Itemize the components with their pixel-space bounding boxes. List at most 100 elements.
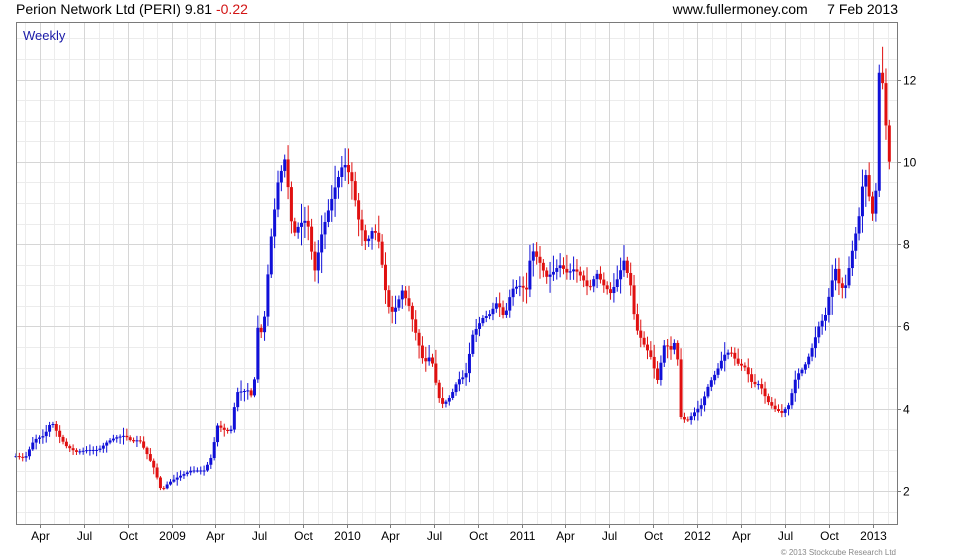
x-tick-label: Oct [294, 529, 313, 543]
candle-body [249, 390, 253, 396]
candle-body [316, 252, 320, 271]
candle-body [504, 310, 508, 315]
candle-body [484, 316, 488, 318]
candle-body [390, 306, 394, 312]
candle-body [326, 210, 330, 222]
candle-body [108, 440, 112, 443]
candle-body [279, 170, 283, 183]
candle-body [713, 374, 717, 381]
candle-body [659, 362, 663, 380]
candle-body [887, 125, 891, 162]
candle-body [622, 260, 626, 271]
candle-body [424, 358, 428, 362]
candle-body [387, 290, 391, 307]
candle-body [417, 332, 421, 346]
candle-body [642, 337, 646, 345]
candle-body [572, 269, 576, 272]
candle-body [383, 264, 387, 291]
candle-body [451, 392, 455, 398]
candle-body [306, 220, 310, 227]
candle-body [461, 377, 465, 380]
candle-body [588, 286, 592, 288]
y-tick-label: 10 [903, 156, 917, 170]
candle-body [672, 342, 676, 350]
candle-body [810, 348, 814, 357]
copyright-notice: © 2013 Stockcube Research Ltd [780, 548, 896, 557]
candle-body [394, 307, 398, 312]
candle-body [689, 416, 693, 421]
candle-body [649, 350, 653, 357]
candle-body [625, 260, 629, 273]
candle-body [195, 470, 199, 472]
candle-body [400, 290, 404, 300]
candle-body [202, 470, 206, 472]
candle-body [481, 317, 485, 324]
candle-body [263, 316, 267, 333]
candle-body [834, 268, 838, 281]
candle-body [64, 441, 68, 447]
candle-body [773, 405, 777, 410]
candle-body [760, 384, 764, 389]
candle-body [639, 330, 643, 338]
x-tick-label: 2011 [510, 529, 536, 543]
candle-body [192, 470, 196, 472]
candle-body [367, 238, 371, 242]
x-tick-label: Jul [778, 529, 793, 543]
y-tick-label: 6 [903, 320, 910, 334]
candle-body [132, 440, 136, 442]
candle-body [219, 425, 223, 428]
candle-body [753, 381, 757, 385]
candle-body [252, 379, 256, 396]
candle-body [635, 314, 639, 331]
candle-body [615, 279, 619, 287]
candle-body [669, 346, 673, 350]
candle-body [347, 164, 351, 173]
candle-body [736, 358, 740, 364]
candle-body [830, 280, 834, 297]
candle-body [645, 344, 649, 351]
x-tick-label: Jul [252, 529, 267, 543]
x-tick-label: Jul [602, 529, 617, 543]
y-tick-label: 12 [903, 74, 917, 88]
candle-body [222, 427, 226, 430]
candle-body [431, 357, 435, 364]
candle-body [95, 449, 99, 451]
candle-body [209, 458, 213, 465]
candle-body [212, 442, 216, 459]
x-tick-label: 2010 [334, 529, 361, 543]
candle-body [320, 234, 324, 253]
candle-body [303, 220, 307, 223]
candle-body [88, 449, 92, 451]
candle-body [454, 384, 458, 393]
candle-body [729, 352, 733, 354]
candle-body [709, 380, 713, 387]
candle-body [719, 360, 723, 369]
candle-body [229, 429, 233, 432]
candle-body [545, 270, 549, 277]
candle-body [602, 279, 606, 286]
candle-body [578, 271, 582, 276]
candle-body [360, 219, 364, 231]
candle-body [216, 425, 220, 443]
candle-body [555, 268, 559, 272]
candle-body [336, 176, 340, 188]
candle-body [404, 290, 408, 299]
candle-body [716, 368, 720, 375]
x-tick-label: Jul [77, 529, 92, 543]
candle-body [145, 447, 149, 455]
candle-body [165, 484, 169, 489]
candle-body [750, 374, 754, 382]
candle-body [467, 353, 471, 374]
candle-body [743, 365, 747, 368]
candle-body [605, 285, 609, 290]
candle-body [656, 368, 660, 380]
candle-body [441, 398, 445, 404]
candle-body [800, 369, 804, 374]
candle-body [81, 450, 85, 452]
candle-body [58, 430, 62, 437]
y-tick-label: 2 [903, 485, 910, 499]
candle-body [874, 190, 878, 214]
candle-body [535, 251, 539, 257]
x-tick-label: Apr [206, 529, 225, 543]
candle-body [44, 431, 48, 437]
